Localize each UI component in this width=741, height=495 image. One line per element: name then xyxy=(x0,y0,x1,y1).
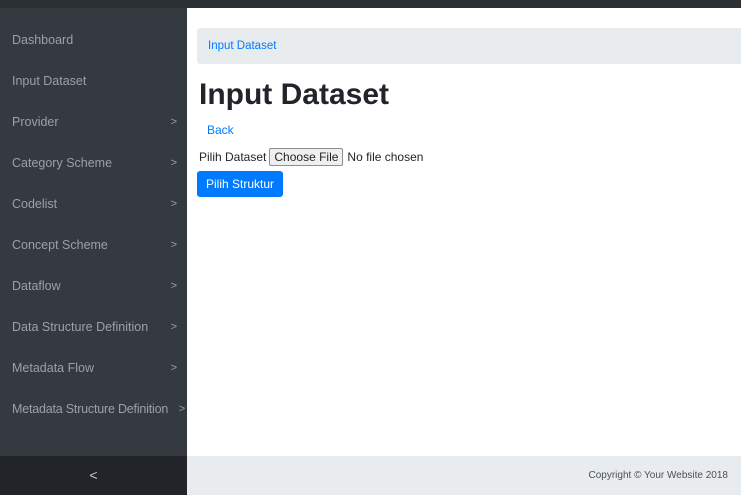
sidebar-item-label: Category Scheme xyxy=(12,156,113,170)
back-link[interactable]: Back xyxy=(207,123,234,137)
copyright-text: Copyright © Your Website 2018 xyxy=(588,470,729,481)
sidebar-item-dataflow[interactable]: Dataflow > xyxy=(0,276,187,296)
sidebar-item-metadata-flow[interactable]: Metadata Flow > xyxy=(0,358,187,378)
file-status-text: No file chosen xyxy=(347,150,424,164)
sidebar-item-label: Concept Scheme xyxy=(12,238,108,252)
sidebar: Dashboard Input Dataset Provider > Categ… xyxy=(0,8,187,456)
chevron-right-icon: > xyxy=(178,403,185,415)
page-footer: Copyright © Your Website 2018 xyxy=(187,456,741,495)
sidebar-item-label: Dataflow xyxy=(12,279,61,293)
chevron-right-icon: > xyxy=(170,362,177,374)
chevron-right-icon: > xyxy=(170,280,177,292)
sidebar-item-input-dataset[interactable]: Input Dataset xyxy=(0,71,187,91)
sidebar-item-label: Data Structure Definition xyxy=(12,320,149,334)
chevron-right-icon: > xyxy=(170,239,177,251)
sidebar-item-label: Input Dataset xyxy=(12,74,87,88)
chevron-right-icon: > xyxy=(170,198,177,210)
chevron-left-icon: < xyxy=(89,467,98,483)
sidebar-item-category-scheme[interactable]: Category Scheme > xyxy=(0,153,187,173)
page-title: Input Dataset xyxy=(199,78,390,111)
breadcrumb-link[interactable]: Input Dataset xyxy=(208,40,276,52)
sidebar-item-metadata-structure-definition[interactable]: Metadata Structure Definition > xyxy=(0,399,187,419)
file-input-label: Pilih Dataset xyxy=(199,150,267,164)
sidebar-item-label: Dashboard xyxy=(12,33,74,47)
chevron-right-icon: > xyxy=(170,157,177,169)
sidebar-item-dashboard[interactable]: Dashboard xyxy=(0,30,187,50)
file-input-row: Pilih Dataset Choose File No file chosen xyxy=(199,147,423,167)
sidebar-item-codelist[interactable]: Codelist > xyxy=(0,194,187,214)
choose-file-button[interactable]: Choose File xyxy=(269,148,344,166)
sidebar-item-provider[interactable]: Provider > xyxy=(0,112,187,132)
sidebar-collapse-button[interactable]: < xyxy=(0,456,187,495)
sidebar-item-data-structure-definition[interactable]: Data Structure Definition > xyxy=(0,317,187,337)
sidebar-item-label: Metadata Structure Definition xyxy=(12,402,169,416)
chevron-right-icon: > xyxy=(170,116,177,128)
sidebar-item-label: Provider xyxy=(12,115,59,129)
top-navbar xyxy=(0,0,741,8)
sidebar-item-concept-scheme[interactable]: Concept Scheme > xyxy=(0,235,187,255)
breadcrumb: Input Dataset xyxy=(197,28,741,64)
sidebar-item-label: Metadata Flow xyxy=(12,361,94,375)
sidebar-item-label: Codelist xyxy=(12,197,58,211)
pilih-struktur-button[interactable]: Pilih Struktur xyxy=(197,171,283,197)
chevron-right-icon: > xyxy=(170,321,177,333)
